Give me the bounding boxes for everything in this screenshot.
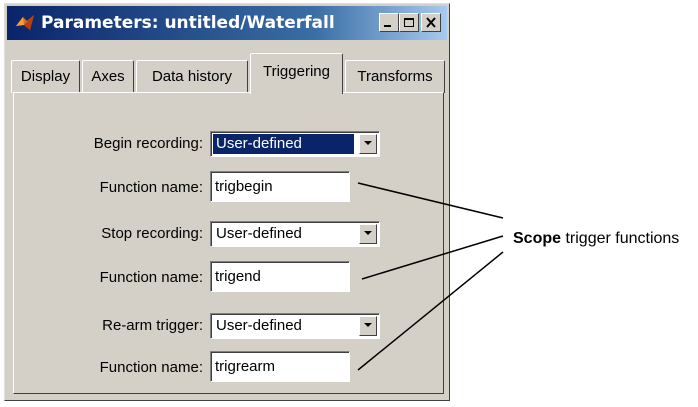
callout-line-stop bbox=[361, 235, 504, 280]
callout-line-rearm bbox=[357, 251, 504, 371]
callout-label: Scope trigger functions bbox=[513, 230, 679, 248]
callout-label-rest: trigger functions bbox=[561, 230, 680, 247]
callout-label-bold: Scope bbox=[513, 230, 562, 247]
tab-triggering[interactable]: Triggering bbox=[250, 53, 343, 94]
callout-lines bbox=[357, 182, 504, 371]
callout-line-begin bbox=[357, 182, 504, 219]
